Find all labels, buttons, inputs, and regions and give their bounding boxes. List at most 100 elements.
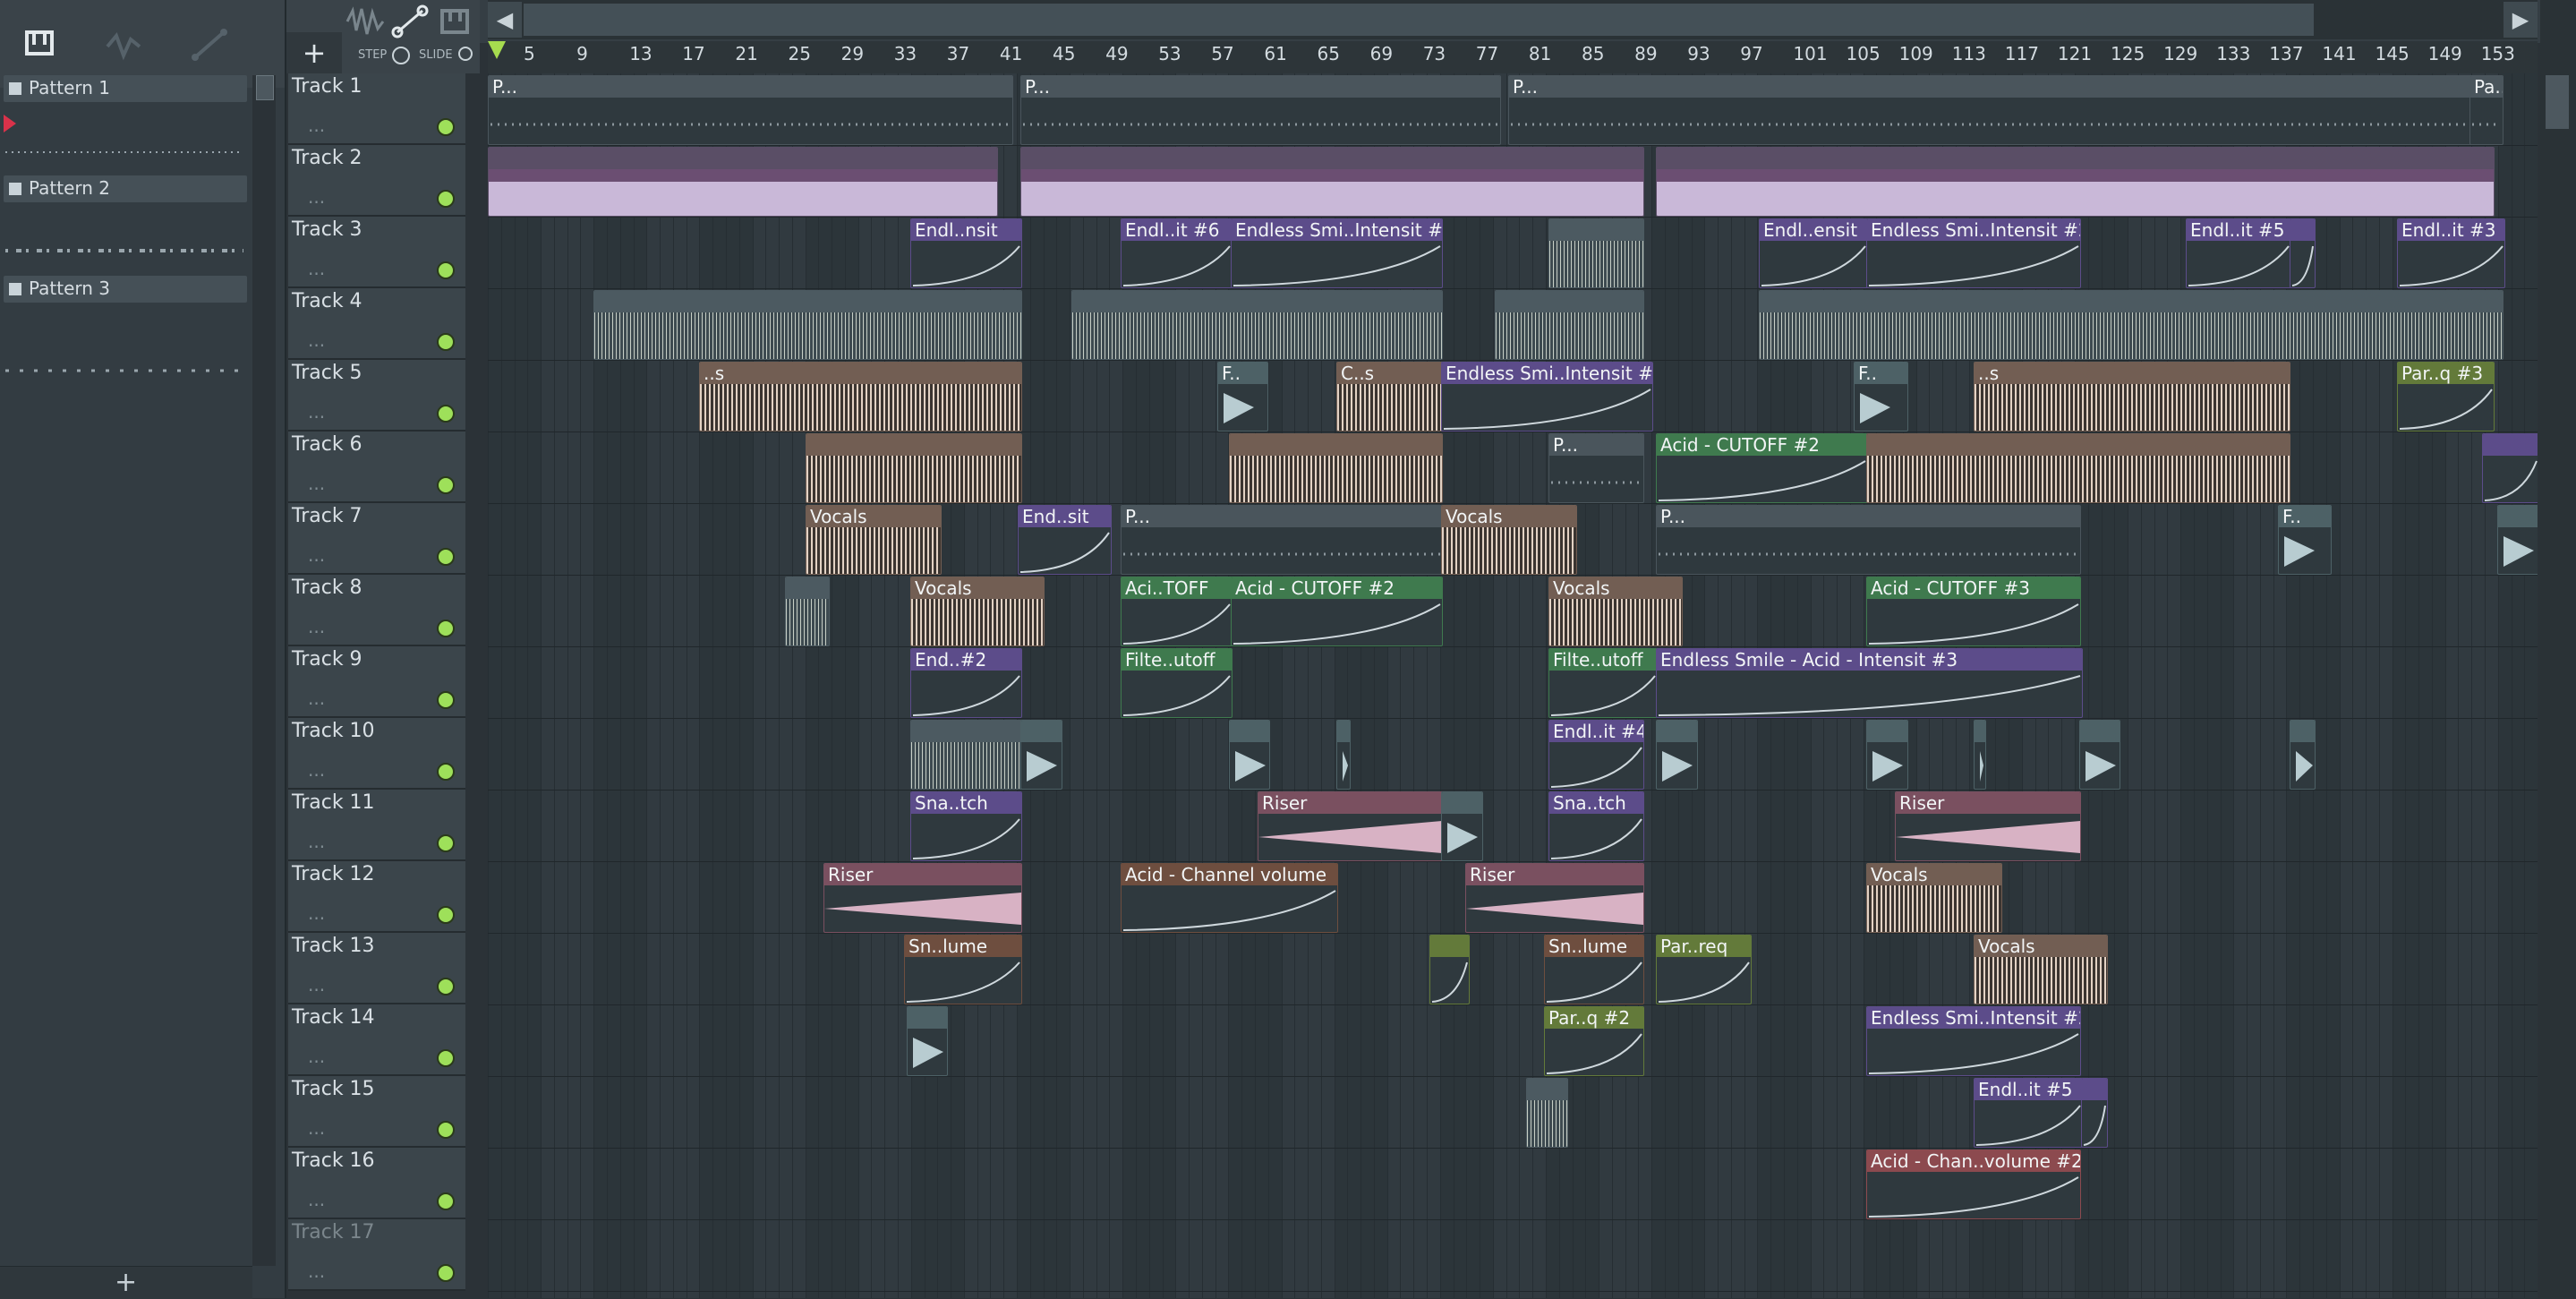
track-options[interactable]: ...	[308, 616, 325, 637]
playlist-clip[interactable]	[1429, 935, 1470, 1004]
playlist-clip[interactable]	[1866, 433, 2290, 503]
playlist-clip[interactable]	[1526, 1078, 1568, 1148]
track-lane[interactable]	[488, 790, 2538, 862]
playlist-clip[interactable]: C..s	[1336, 362, 1443, 432]
track-header[interactable]: Track 2...	[288, 145, 465, 217]
track-header[interactable]: Track 11...	[288, 790, 465, 861]
playlist-clip[interactable]	[1071, 290, 1443, 360]
playlist-clip[interactable]: Vocals	[806, 505, 942, 575]
playlist-clip[interactable]: Sna..tch	[1548, 791, 1644, 861]
playlist-clip[interactable]	[1974, 720, 1986, 790]
add-track-button[interactable]: +	[286, 32, 342, 73]
vertical-scroll-thumb[interactable]	[2546, 75, 2569, 129]
playlist-clip[interactable]: ..s	[1974, 362, 2290, 432]
track-header[interactable]: Track 1...	[288, 73, 465, 145]
playlist-clip[interactable]: F..	[1854, 362, 1908, 432]
picker-scrollbar[interactable]	[252, 75, 276, 1266]
playlist-clip[interactable]	[2497, 505, 2538, 575]
track-options[interactable]: ...	[308, 974, 325, 996]
playlist-clip[interactable]: ..s	[699, 362, 1022, 432]
track-options[interactable]: ...	[308, 902, 325, 924]
playlist-clip[interactable]: Acid - CUTOFF #2	[1656, 433, 1868, 503]
track-mute-led[interactable]	[437, 333, 455, 351]
track-mute-led[interactable]	[437, 405, 455, 423]
playlist-clip[interactable]: P...	[488, 75, 1013, 145]
playlist-clip[interactable]	[2290, 218, 2316, 288]
track-lane[interactable]	[488, 1076, 2538, 1149]
playlist-clip[interactable]	[785, 577, 830, 646]
track-mute-led[interactable]	[437, 1121, 455, 1139]
step-toggle[interactable]	[392, 47, 410, 64]
playlist-clip[interactable]: Riser	[1465, 863, 1644, 933]
scroll-right-button[interactable]: ▶	[2503, 2, 2538, 38]
playlist-clip[interactable]	[2079, 720, 2120, 790]
track-options[interactable]: ...	[308, 1046, 325, 1067]
playlist-clip[interactable]	[2081, 1078, 2108, 1148]
playlist-clip[interactable]	[806, 433, 1022, 503]
track-header[interactable]: Track 15...	[288, 1076, 465, 1148]
playlist-clip[interactable]: Endless Smi..Intensit #5	[1231, 218, 1443, 288]
playlist-clip[interactable]: Acid - CUTOFF #2	[1231, 577, 1443, 646]
playlist-clip[interactable]: Vocals	[1441, 505, 1577, 575]
waveform-tool-icon[interactable]	[345, 4, 385, 39]
playlist-clip[interactable]: Endless Smi..Intensit #2	[1866, 218, 2081, 288]
playhead-marker[interactable]	[488, 41, 506, 59]
playlist-clip[interactable]	[1336, 720, 1351, 790]
track-header[interactable]: Track 17...	[288, 1219, 465, 1291]
playlist-clip[interactable]: Par..q #2	[1544, 1006, 1644, 1076]
picker-scroll-thumb[interactable]	[256, 75, 274, 100]
playlist-clip[interactable]	[2482, 433, 2538, 503]
track-options[interactable]: ...	[308, 115, 325, 136]
track-mute-led[interactable]	[437, 1192, 455, 1210]
playlist-clip[interactable]: Filte..utoff	[1121, 648, 1233, 718]
playlist-clip[interactable]: Par..req	[1656, 935, 1752, 1004]
track-options[interactable]: ...	[308, 329, 325, 351]
playlist-clip[interactable]: Endless Smile - Acid - Intensit #3	[1656, 648, 2083, 718]
playlist-clip[interactable]: Endl..nsit	[910, 218, 1022, 288]
playlist-clip[interactable]	[593, 290, 1022, 360]
track-header[interactable]: Track 4...	[288, 288, 465, 360]
track-options[interactable]: ...	[308, 258, 325, 279]
playlist-clip[interactable]: Endl..it #6	[1121, 218, 1233, 288]
playlist-clip[interactable]: Sna..tch	[910, 791, 1022, 861]
playlist-clip[interactable]	[1020, 147, 1644, 217]
track-header[interactable]: Track 5...	[288, 360, 465, 432]
track-mute-led[interactable]	[437, 261, 455, 279]
playlist-grid[interactable]: P...P...P...Pa..1Endl..nsitEndl..it #6En…	[488, 73, 2538, 1298]
playlist-clip[interactable]	[1229, 720, 1270, 790]
track-header[interactable]: Track 6...	[288, 432, 465, 503]
playlist-clip[interactable]: Riser	[1895, 791, 2081, 861]
playlist-clip[interactable]: Par..q #3	[2397, 362, 2495, 432]
track-options[interactable]: ...	[308, 688, 325, 709]
playlist-clip[interactable]	[1229, 433, 1443, 503]
playlist-clip[interactable]	[1656, 720, 1698, 790]
track-options[interactable]: ...	[308, 1189, 325, 1210]
playlist-clip[interactable]	[910, 720, 1022, 790]
track-lane[interactable]	[488, 1004, 2538, 1077]
playlist-clip[interactable]: Riser	[823, 863, 1022, 933]
playlist-clip[interactable]: Sn..lume	[1544, 935, 1644, 1004]
playlist-clip[interactable]: Sn..lume	[904, 935, 1022, 1004]
overview-scrollbar[interactable]: ◀ ▶	[488, 0, 2538, 39]
playlist-clip[interactable]: Endl..it #5	[2186, 218, 2291, 288]
playlist-clip[interactable]: Vocals	[910, 577, 1045, 646]
piano-roll-icon[interactable]	[14, 20, 64, 70]
timeline-ruler[interactable]: 5 9 13 17 21 25 29 33 37 41 45 49 53 57 61 65 69 73 77 81 85…	[488, 41, 2538, 73]
track-mute-led[interactable]	[437, 548, 455, 566]
track-lane[interactable]	[488, 933, 2538, 1005]
track-options[interactable]: ...	[308, 186, 325, 208]
track-mute-led[interactable]	[437, 763, 455, 781]
playlist-clip[interactable]	[1441, 791, 1483, 861]
track-mute-led[interactable]	[437, 691, 455, 709]
pattern-header[interactable]: Pattern 3	[4, 276, 247, 303]
playlist-clip[interactable]	[1495, 290, 1644, 360]
track-options[interactable]: ...	[308, 544, 325, 566]
playlist-clip[interactable]: Endl..it #5	[1974, 1078, 2083, 1148]
playlist-clip[interactable]: P...	[1020, 75, 1501, 145]
track-lane[interactable]	[488, 1148, 2538, 1220]
playlist-clip[interactable]: Riser	[1258, 791, 1443, 861]
playlist-clip[interactable]: Vocals	[1866, 863, 2002, 933]
track-mute-led[interactable]	[437, 476, 455, 494]
playlist-clip[interactable]: Endl..it #4	[1548, 720, 1644, 790]
vertical-scrollbar[interactable]	[2540, 0, 2576, 1298]
